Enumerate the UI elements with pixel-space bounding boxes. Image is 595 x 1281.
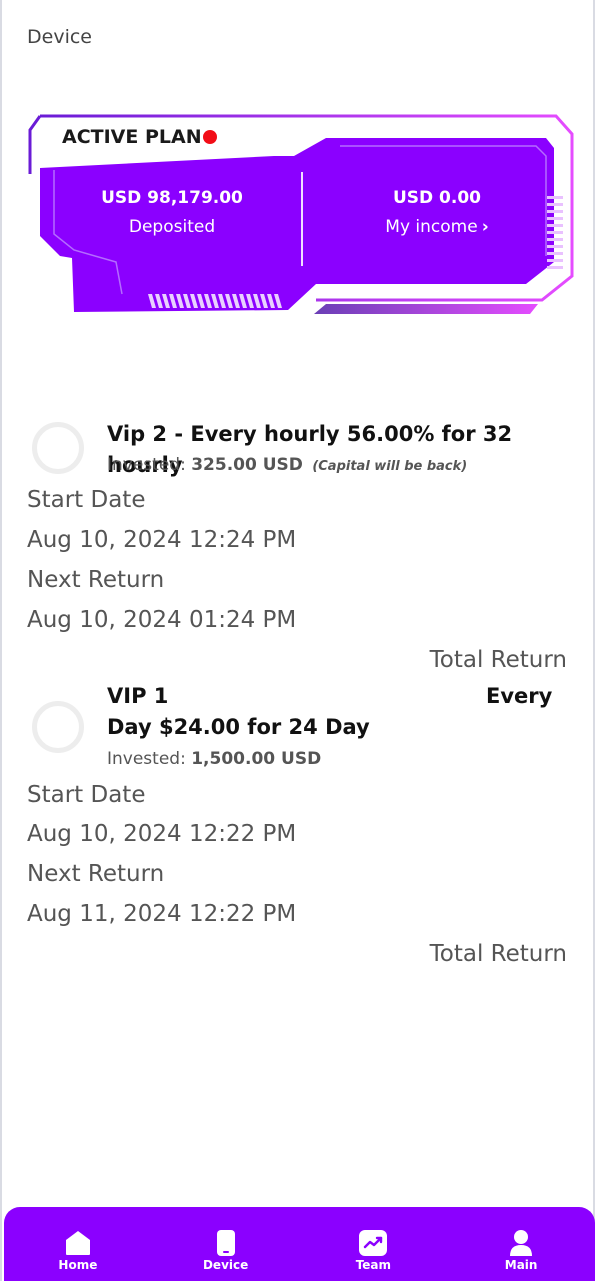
income-caption: My income › [362, 217, 512, 237]
nav-main[interactable]: Main [471, 1216, 571, 1272]
nav-team[interactable]: Team [323, 1216, 423, 1272]
nav-device[interactable]: Device [176, 1216, 276, 1272]
invested-label: Invested: [107, 455, 186, 475]
app-frame: Device ACTIVE PLAN USD 98,179.00 Deposit… [0, 0, 595, 1281]
invested-amount: 1,500.00 USD [191, 749, 322, 769]
chevron-right-icon: › [481, 217, 489, 237]
progress-ring [32, 701, 84, 753]
capital-note: (Capital will be back) [312, 459, 468, 474]
nav-home-label: Home [58, 1258, 98, 1272]
next-return-value: Aug 10, 2024 01:24 PM [27, 607, 297, 633]
invested-label: Invested: [107, 749, 186, 769]
invested-amount: 325.00 USD [191, 455, 303, 475]
deposited-stat: USD 98,179.00 Deposited [90, 188, 254, 237]
active-plan-card: ACTIVE PLAN USD 98,179.00 Deposited USD … [26, 112, 574, 318]
total-return-label: Total Return [429, 647, 567, 673]
start-date-label: Start Date [27, 782, 146, 808]
nav-main-label: Main [504, 1258, 538, 1272]
investment-invested: Invested: 1,500.00 USD [107, 749, 321, 769]
active-plan-label: ACTIVE PLAN [62, 126, 202, 148]
bottom-navigation: Home Device Team Main [4, 1207, 595, 1281]
start-date-value: Aug 10, 2024 12:24 PM [27, 527, 297, 553]
trend-icon [359, 1230, 388, 1256]
income-amount: USD 0.00 [392, 188, 482, 208]
total-return-label: Total Return [429, 941, 567, 967]
nav-home[interactable]: Home [28, 1216, 128, 1272]
page-title: Device [27, 26, 92, 48]
investment-title-every: Every [486, 684, 553, 708]
progress-ring [32, 422, 84, 474]
investment-title-line1: VIP 1 [107, 684, 169, 708]
next-return-label: Next Return [27, 861, 165, 887]
next-return-value: Aug 11, 2024 12:22 PM [27, 901, 297, 927]
my-income-link[interactable]: USD 0.00 My income › [362, 188, 512, 237]
deposited-amount: USD 98,179.00 [101, 188, 243, 208]
home-icon [65, 1231, 90, 1255]
investment-invested: Invested: 325.00 USD (Capital will be ba… [107, 455, 467, 475]
live-indicator-dot [203, 130, 217, 144]
start-date-value: Aug 10, 2024 12:22 PM [27, 821, 297, 847]
deposited-caption: Deposited [128, 217, 216, 237]
nav-device-label: Device [202, 1258, 249, 1272]
start-date-label: Start Date [27, 487, 146, 513]
phone-icon [216, 1230, 235, 1256]
nav-team-label: Team [355, 1258, 392, 1272]
user-icon [510, 1230, 533, 1256]
income-caption-label: My income [385, 217, 478, 237]
investment-title-line2: Day $24.00 for 24 Day [107, 715, 370, 739]
next-return-label: Next Return [27, 567, 165, 593]
